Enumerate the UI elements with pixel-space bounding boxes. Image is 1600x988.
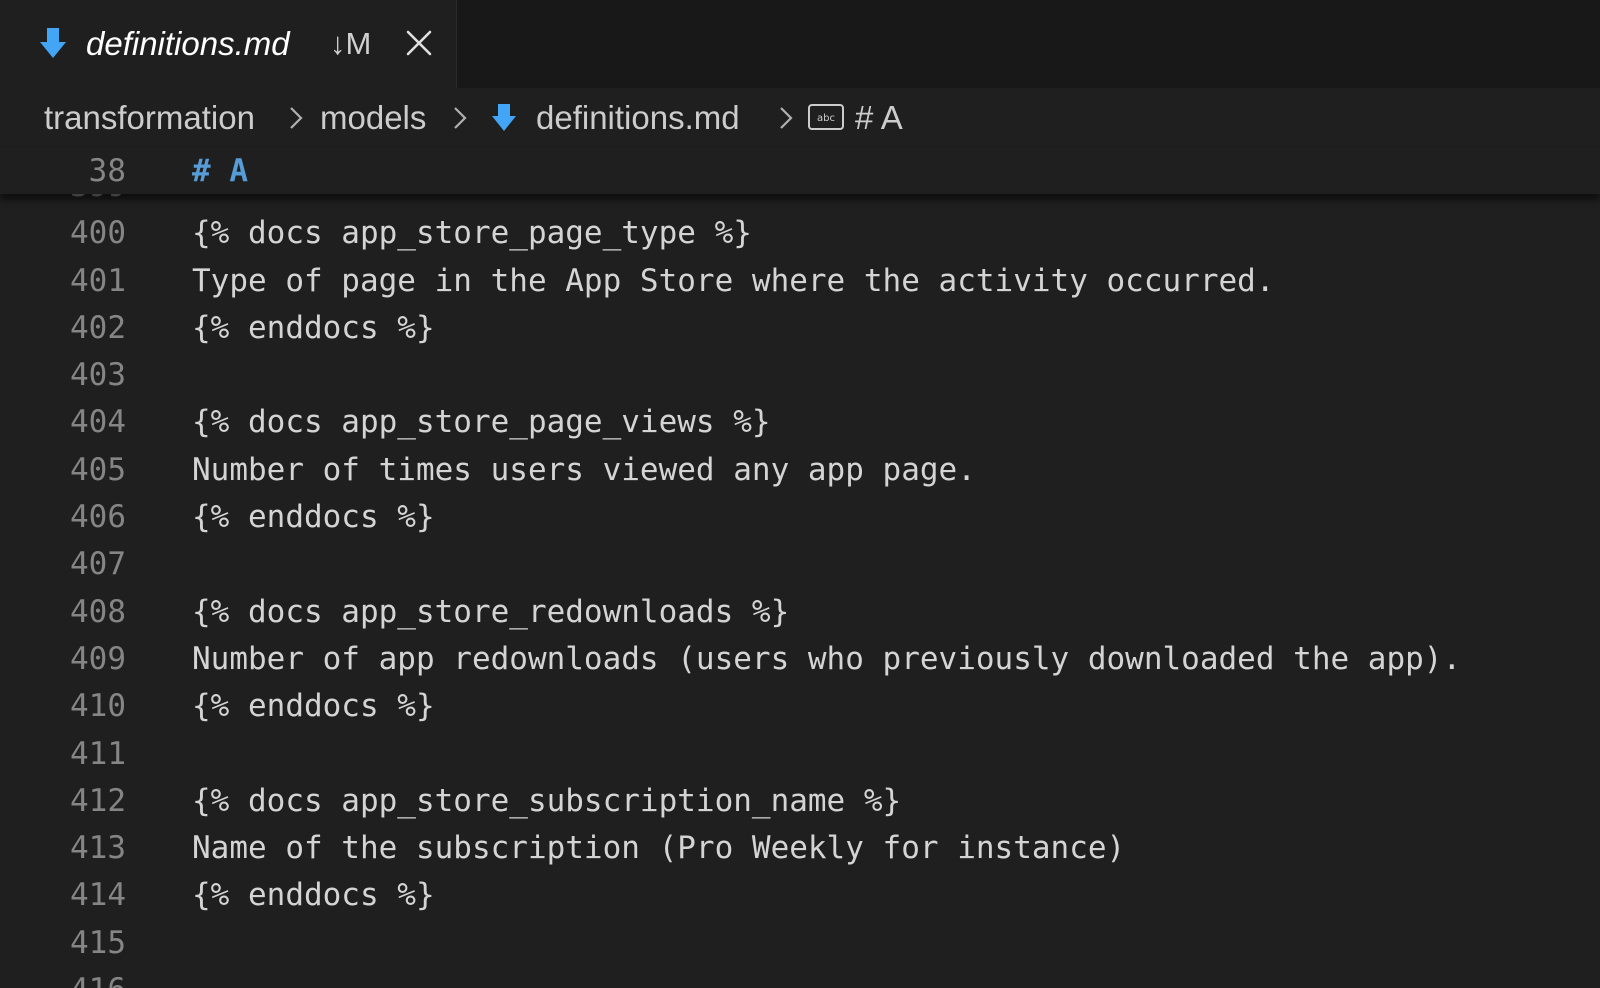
tab-definitions-md[interactable]: definitions.md ↓M bbox=[0, 0, 457, 88]
code-text: Number of times users viewed any app pag… bbox=[192, 451, 976, 488]
breadcrumb-item-transformation[interactable]: transformation bbox=[44, 96, 255, 140]
code-text: Name of the subscription (Pro Weekly for… bbox=[192, 830, 1126, 867]
chevron-right-icon bbox=[290, 107, 303, 129]
line-number: 415 bbox=[70, 924, 126, 961]
code-line[interactable]: 410 {% enddocs %} bbox=[0, 683, 1600, 730]
editor-lines: 399 400 {% docs app_store_page_type %} 401 T… bbox=[0, 194, 1600, 988]
line-number: 407 bbox=[70, 546, 126, 583]
line-number: 410 bbox=[70, 688, 126, 725]
code-text: {% docs app_store_redownloads %} bbox=[192, 593, 790, 630]
code-line[interactable]: 414 {% enddocs %} bbox=[0, 872, 1600, 919]
code-text: {% enddocs %} bbox=[192, 877, 435, 914]
line-number: 38 bbox=[88, 153, 126, 189]
code-text: Type of page in the App Store where the … bbox=[192, 262, 1275, 299]
code-line[interactable]: 412 {% docs app_store_subscription_name %… bbox=[0, 778, 1600, 825]
sticky-scroll-header[interactable]: 38 # A bbox=[0, 148, 1600, 194]
line-number: 403 bbox=[70, 357, 126, 394]
line-number: 414 bbox=[70, 877, 126, 914]
code-text: {% docs app_store_page_type %} bbox=[192, 215, 752, 252]
svg-text:abc: abc bbox=[817, 113, 835, 124]
code-text: {% enddocs %} bbox=[192, 309, 435, 346]
line-number: 409 bbox=[70, 640, 126, 677]
code-text: {% enddocs %} bbox=[192, 688, 435, 725]
sticky-heading: # A bbox=[192, 153, 248, 189]
editor-tab-bar: definitions.md ↓M bbox=[0, 0, 1600, 88]
code-text: {% enddocs %} bbox=[192, 499, 435, 536]
code-line[interactable]: 401 Type of page in the App Store where t… bbox=[0, 258, 1600, 305]
code-line[interactable]: 403 bbox=[0, 352, 1600, 399]
code-line[interactable]: 400 {% docs app_store_page_type %} bbox=[0, 210, 1600, 257]
breadcrumb: transformation models definitions.md abc… bbox=[0, 88, 1600, 148]
code-line[interactable]: 399 bbox=[0, 194, 1600, 210]
code-line[interactable]: 411 bbox=[0, 731, 1600, 778]
line-number: 405 bbox=[70, 451, 126, 488]
line-number: 411 bbox=[70, 735, 126, 772]
code-line[interactable]: 415 bbox=[0, 920, 1600, 967]
close-icon[interactable] bbox=[404, 28, 434, 58]
code-line[interactable]: 402 {% enddocs %} bbox=[0, 305, 1600, 352]
breadcrumb-item-heading[interactable]: # A bbox=[855, 96, 903, 140]
code-line[interactable]: 416 bbox=[0, 967, 1600, 988]
chevron-right-icon bbox=[454, 107, 467, 129]
code-line[interactable]: 409 Number of app redownloads (users who … bbox=[0, 636, 1600, 683]
markdown-arrow-icon bbox=[492, 104, 516, 131]
code-line[interactable]: 405 Number of times users viewed any app … bbox=[0, 447, 1600, 494]
breadcrumb-item-models[interactable]: models bbox=[320, 96, 426, 140]
code-line[interactable]: 406 {% enddocs %} bbox=[0, 494, 1600, 541]
line-number: 413 bbox=[70, 830, 126, 867]
line-number: 401 bbox=[70, 262, 126, 299]
code-line[interactable]: 413 Name of the subscription (Pro Weekly … bbox=[0, 825, 1600, 872]
line-number: 406 bbox=[70, 499, 126, 536]
line-number: 402 bbox=[70, 309, 126, 346]
code-line[interactable]: 408 {% docs app_store_redownloads %} bbox=[0, 589, 1600, 636]
abc-string-icon: abc bbox=[808, 104, 844, 130]
tab-title: definitions.md bbox=[86, 25, 290, 62]
line-number: 399 bbox=[0, 194, 126, 210]
line-number: 408 bbox=[70, 593, 126, 630]
line-number: 416 bbox=[0, 967, 126, 988]
code-text: {% docs app_store_subscription_name %} bbox=[192, 782, 902, 819]
code-line[interactable]: 407 bbox=[0, 541, 1600, 588]
git-status-badge: ↓M bbox=[330, 26, 372, 61]
line-number: 404 bbox=[70, 404, 126, 441]
chevron-right-icon bbox=[780, 107, 793, 129]
markdown-arrow-icon bbox=[40, 28, 66, 58]
line-number: 400 bbox=[70, 215, 126, 252]
code-text: {% docs app_store_page_views %} bbox=[192, 404, 771, 441]
code-line[interactable]: 404 {% docs app_store_page_views %} bbox=[0, 399, 1600, 446]
code-editor[interactable]: 399 400 {% docs app_store_page_type %} 401 T… bbox=[0, 194, 1600, 988]
breadcrumb-item-file[interactable]: definitions.md bbox=[536, 96, 740, 140]
line-number: 412 bbox=[70, 782, 126, 819]
code-text: Number of app redownloads (users who pre… bbox=[192, 640, 1462, 677]
